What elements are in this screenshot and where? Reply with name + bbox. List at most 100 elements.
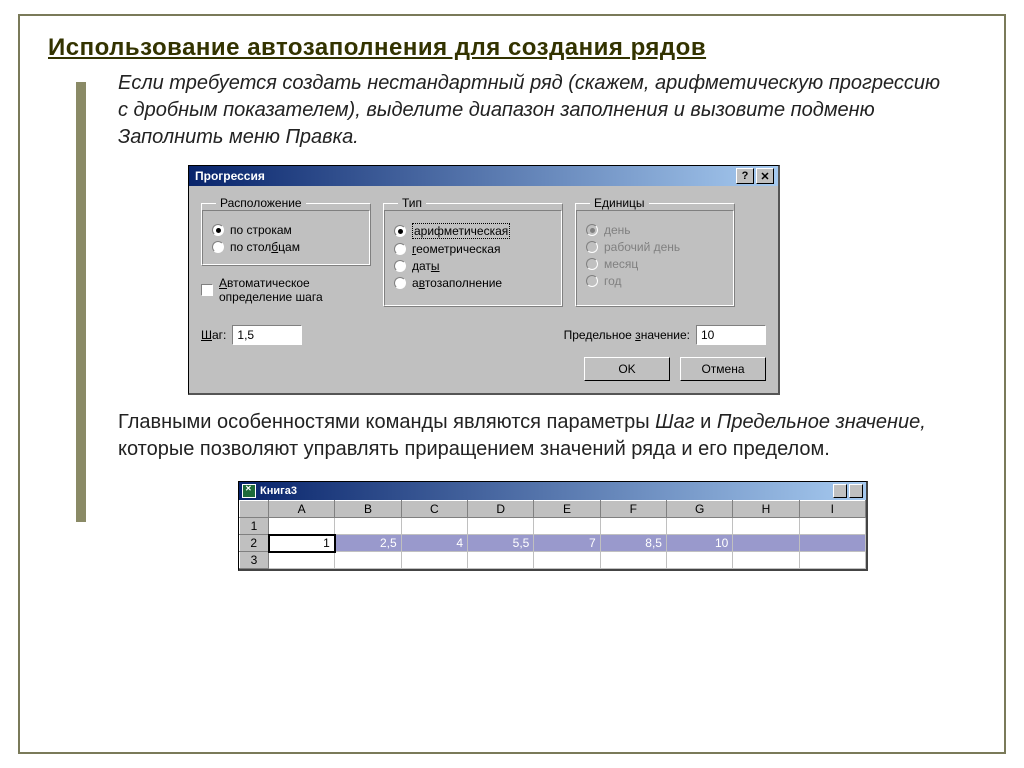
radio-label: по столбцам xyxy=(230,240,300,254)
cell[interactable]: 2,5 xyxy=(335,535,401,552)
step-label: Шаг: xyxy=(201,328,226,342)
col-header[interactable]: F xyxy=(600,501,666,518)
row-header[interactable]: 1 xyxy=(240,518,269,535)
minimize-icon[interactable] xyxy=(833,484,847,498)
help-button[interactable]: ? xyxy=(736,168,754,184)
cell[interactable]: 7 xyxy=(534,535,600,552)
radio-icon xyxy=(394,260,406,272)
cell[interactable] xyxy=(534,518,600,535)
group-layout: Расположение по строкам по столбцам xyxy=(201,196,371,266)
select-all-corner[interactable] xyxy=(240,501,269,518)
radio-icon xyxy=(212,241,224,253)
radio-icon xyxy=(212,224,224,236)
group-type: Тип арифметическая геометрическая даты xyxy=(383,196,563,307)
dialog-title: Прогрессия xyxy=(193,169,734,183)
radio-type-autofill[interactable]: автозаполнение xyxy=(394,276,552,290)
radio-label: арифметическая xyxy=(412,223,510,239)
radio-unit-year: год xyxy=(586,274,724,288)
checkbox-auto-step[interactable]: ААвтоматическоевтоматическое определение… xyxy=(201,276,371,304)
radio-icon xyxy=(586,224,598,236)
radio-label: день xyxy=(604,223,631,237)
limit-label: Предельное значение: xyxy=(564,328,690,342)
page-title: Использование автозаполнения для создани… xyxy=(48,34,976,62)
cell[interactable] xyxy=(666,518,732,535)
sheet-title-text: Книга3 xyxy=(260,485,297,497)
group-units: Единицы день рабочий день месяц xyxy=(575,196,735,307)
radio-unit-day: день xyxy=(586,223,724,237)
row-header[interactable]: 2 xyxy=(240,535,269,552)
cell[interactable] xyxy=(534,552,600,569)
col-header[interactable]: A xyxy=(269,501,335,518)
close-button[interactable]: ✕ xyxy=(756,168,774,184)
radio-label: автозаполнение xyxy=(412,276,502,290)
cell[interactable] xyxy=(335,518,401,535)
group-type-legend: Тип xyxy=(398,196,426,210)
radio-unit-month: месяц xyxy=(586,257,724,271)
radio-label: даты xyxy=(412,259,440,273)
cell[interactable] xyxy=(666,552,732,569)
col-header[interactable]: E xyxy=(534,501,600,518)
cell[interactable] xyxy=(600,518,666,535)
col-header[interactable]: G xyxy=(666,501,732,518)
radio-label: месяц xyxy=(604,257,638,271)
radio-label: рабочий день xyxy=(604,240,680,254)
cancel-button[interactable]: Отмена xyxy=(680,357,766,381)
radio-type-geom[interactable]: геометрическая xyxy=(394,242,552,256)
maximize-icon[interactable] xyxy=(849,484,863,498)
radio-icon xyxy=(394,277,406,289)
radio-type-dates[interactable]: даты xyxy=(394,259,552,273)
cell[interactable] xyxy=(799,552,865,569)
group-units-legend: Единицы xyxy=(590,196,649,210)
intro-text: Если требуется создать нестандартный ряд… xyxy=(118,70,948,151)
cell[interactable]: 10 xyxy=(666,535,732,552)
description-text: Главными особенностями команды являются … xyxy=(118,409,958,463)
radio-icon xyxy=(586,258,598,270)
cell[interactable] xyxy=(799,518,865,535)
cell[interactable] xyxy=(600,552,666,569)
spreadsheet-grid[interactable]: A B C D E F G H I 1 2 1 2,5 xyxy=(239,500,866,569)
cell[interactable]: 8,5 xyxy=(600,535,666,552)
cell[interactable] xyxy=(401,518,467,535)
step-input[interactable]: 1,5 xyxy=(232,325,302,345)
cell[interactable] xyxy=(733,518,799,535)
cell[interactable]: 4 xyxy=(401,535,467,552)
radio-icon xyxy=(394,243,406,255)
cell[interactable] xyxy=(269,518,335,535)
spreadsheet-window: Книга3 A B C D E F G H I xyxy=(238,481,868,571)
excel-icon xyxy=(242,484,256,498)
radio-icon xyxy=(586,241,598,253)
radio-icon xyxy=(586,275,598,287)
radio-label: год xyxy=(604,274,622,288)
group-layout-legend: Расположение xyxy=(216,196,306,210)
radio-unit-workday: рабочий день xyxy=(586,240,724,254)
radio-layout-rows[interactable]: по строкам xyxy=(212,223,360,237)
col-header[interactable]: C xyxy=(401,501,467,518)
cell[interactable]: 5,5 xyxy=(468,535,534,552)
cell[interactable]: 1 xyxy=(269,535,335,552)
sheet-titlebar[interactable]: Книга3 xyxy=(239,482,866,500)
checkbox-icon xyxy=(201,284,213,296)
col-header[interactable]: I xyxy=(799,501,865,518)
row-header[interactable]: 3 xyxy=(240,552,269,569)
col-header[interactable]: B xyxy=(335,501,401,518)
cell[interactable] xyxy=(401,552,467,569)
cell[interactable] xyxy=(733,552,799,569)
dialog-titlebar[interactable]: Прогрессия ? ✕ xyxy=(189,166,778,186)
col-header[interactable]: D xyxy=(468,501,534,518)
cell[interactable] xyxy=(269,552,335,569)
cell[interactable] xyxy=(799,535,865,552)
ok-button[interactable]: OK xyxy=(584,357,670,381)
col-header[interactable]: H xyxy=(733,501,799,518)
cell[interactable] xyxy=(335,552,401,569)
progression-dialog: Прогрессия ? ✕ Расположение по строкам xyxy=(188,165,780,395)
radio-type-arith[interactable]: арифметическая xyxy=(394,223,552,239)
cell[interactable] xyxy=(733,535,799,552)
limit-input[interactable]: 10 xyxy=(696,325,766,345)
decorative-bar xyxy=(76,82,86,522)
checkbox-label: ААвтоматическоевтоматическое определение… xyxy=(219,276,323,304)
cell[interactable] xyxy=(468,518,534,535)
radio-icon xyxy=(394,225,406,237)
radio-layout-cols[interactable]: по столбцам xyxy=(212,240,360,254)
cell[interactable] xyxy=(468,552,534,569)
radio-label: по строкам xyxy=(230,223,292,237)
